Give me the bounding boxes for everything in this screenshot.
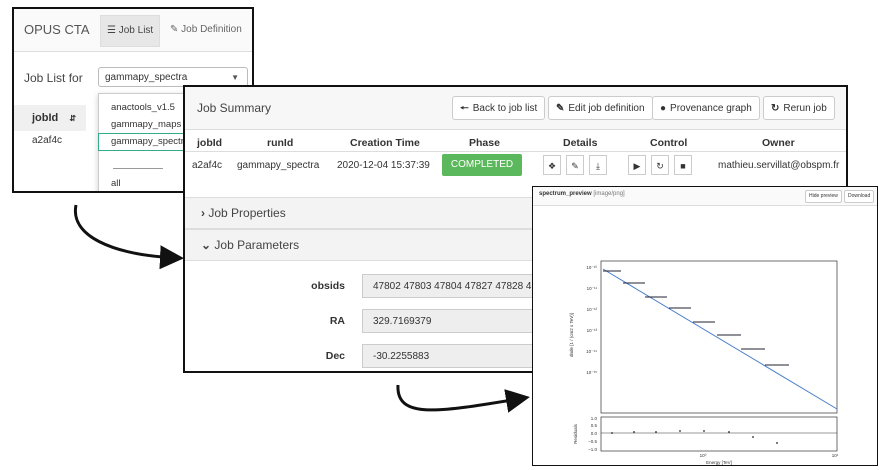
download-button[interactable]: Download — [844, 190, 875, 203]
y-tick-label: 10⁻¹⁰ — [586, 265, 597, 270]
job-definition-select[interactable]: gammapy_spectra ▼ — [98, 67, 248, 87]
dropdown-option[interactable]: all — [99, 176, 191, 191]
trash-icon[interactable]: ■ — [674, 155, 692, 175]
job-list-label: Job List for — [24, 71, 83, 85]
y-tick-label: 0.0 — [591, 431, 598, 436]
column-header-phase: Phase — [469, 137, 500, 149]
play-icon[interactable]: ▶ — [628, 155, 646, 175]
refresh-icon: ↻ — [771, 103, 780, 114]
page-title: Job Summary — [197, 101, 272, 115]
y-tick-label: 10⁻¹¹ — [587, 286, 598, 291]
list-icon: ☰ — [107, 25, 116, 36]
y-tick-label: 10⁻¹⁵ — [586, 370, 597, 375]
table-header-jobid[interactable]: jobId ⇵ — [14, 105, 86, 131]
tab-job-list[interactable]: ☰ Job List — [100, 15, 161, 47]
table-row-jobid[interactable]: a2af4c — [32, 135, 62, 146]
residual-point — [655, 431, 657, 433]
provenance-graph-button[interactable]: ● Provenance graph — [652, 96, 760, 120]
arrow-to-job-summary — [73, 204, 184, 270]
preview-title: spectrum_preview — [539, 191, 592, 197]
residual-point — [611, 432, 613, 434]
residual-point — [679, 430, 681, 432]
residual-point — [728, 431, 730, 433]
brand-label: OPUS CTA — [24, 22, 90, 37]
download-icon[interactable]: ⤓ — [589, 155, 607, 175]
y-tick-label: −1.0 — [588, 447, 597, 452]
y-tick-label: 10⁻¹⁴ — [586, 349, 597, 354]
cell-runid: gammapy_spectra — [237, 160, 320, 171]
param-label-ra: RA — [329, 315, 345, 327]
dropdown-option-selected[interactable]: gammapy_spectra — [98, 133, 192, 151]
chevron-down-icon: ⌄ — [201, 238, 212, 252]
dropdown-divider — [113, 168, 163, 169]
cell-jobid: a2af4c — [192, 160, 223, 171]
cell-owner: mathieu.servillat@obspm.fr — [718, 160, 840, 171]
x-tick-label: 10⁰ — [700, 453, 707, 458]
arrow-left-icon: 🠔 — [460, 103, 469, 114]
y-tick-label: 1.0 — [591, 416, 598, 421]
y-tick-label: 10⁻¹² — [587, 307, 598, 312]
edit-icon[interactable]: ✎ — [566, 155, 584, 175]
residual-point — [633, 431, 635, 433]
cell-creation-time: 2020-12-04 15:37:39 — [337, 160, 430, 171]
refresh-icon[interactable]: ↻ — [651, 155, 669, 175]
plot-frame-bottom — [600, 416, 838, 452]
select-dropdown: anactools_v1.5 gammapy_maps gammapy_spec… — [98, 93, 192, 191]
y-tick-label: 10⁻¹³ — [587, 328, 598, 333]
preview-header: spectrum_preview [image/png] Hide previe… — [533, 187, 877, 206]
param-label-obsids: obsids — [311, 280, 345, 292]
y-tick-label: −0.5 — [588, 439, 597, 444]
residual-point — [776, 442, 778, 444]
column-header-owner: Owner — [762, 137, 795, 149]
chevron-right-icon: › — [201, 206, 205, 220]
column-header-runid: runId — [267, 137, 294, 149]
residual-point — [752, 436, 754, 438]
sort-icon: ⇵ — [69, 114, 77, 123]
tab-job-definition[interactable]: ✎ Job Definition — [164, 15, 248, 45]
column-header-creation-time: Creation Time — [350, 137, 420, 149]
rerun-job-button[interactable]: ↻ Rerun job — [763, 96, 835, 120]
dropdown-option[interactable]: anactools_v1.5 — [99, 100, 191, 116]
y-tick-label: 0.5 — [591, 423, 598, 428]
divider — [185, 151, 846, 152]
edit-job-definition-button[interactable]: ✎ Edit job definition — [548, 96, 653, 120]
param-label-dec: Dec — [325, 350, 345, 362]
column-header-jobid: jobId — [197, 137, 223, 149]
pin-icon: ● — [660, 103, 667, 114]
preview-mime: [image/png] — [593, 191, 625, 197]
spectrum-plot: 10⁻¹⁰ 10⁻¹¹ 10⁻¹² 10⁻¹³ 10⁻¹⁴ 10⁻¹⁵ dnde… — [569, 260, 839, 465]
summary-header: Job Summary 🠔 Back to job list ✎ Edit job … — [185, 87, 846, 130]
plot-frame-top — [600, 260, 838, 414]
residual-point — [703, 430, 705, 432]
navbar: OPUS CTA ☰ Job List ✎ Job Definition — [14, 9, 252, 52]
x-axis-label: Energy [TeV] — [706, 460, 732, 465]
edit-icon: ✎ — [556, 103, 565, 114]
x-tick-label: 10¹ — [832, 453, 839, 458]
phase-badge: COMPLETED — [442, 154, 522, 176]
info-icon[interactable]: ❖ — [543, 155, 561, 175]
column-header-details: Details — [563, 137, 598, 149]
arrow-to-preview — [396, 384, 530, 413]
back-to-job-list-button[interactable]: 🠔 Back to job list — [452, 96, 546, 120]
spectrum-preview-window: spectrum_preview [image/png] Hide previe… — [532, 186, 878, 466]
edit-icon: ✎ — [170, 24, 179, 35]
dropdown-option[interactable]: gammapy_maps — [99, 117, 191, 133]
y-axis-label-top: dnde [1 / (cm2 s TeV)] — [569, 313, 574, 357]
model-line — [602, 268, 838, 410]
column-header-control: Control — [650, 137, 688, 149]
y-axis-label-bottom: Residuals — [573, 423, 578, 444]
hide-preview-button[interactable]: Hide preview — [805, 190, 842, 203]
